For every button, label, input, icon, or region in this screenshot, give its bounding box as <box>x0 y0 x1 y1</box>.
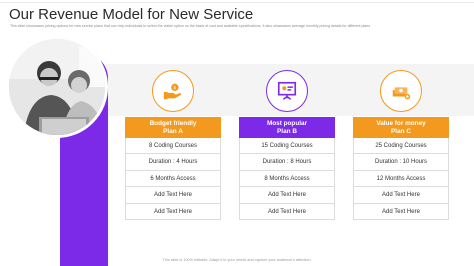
plan-a-name: Plan A <box>163 127 183 135</box>
team-photo <box>6 36 108 138</box>
plan-a-feature: 6 Months Access <box>126 171 220 188</box>
plan-b-name: Plan B <box>277 127 297 135</box>
presentation-icon <box>277 81 297 100</box>
hand-money-icon: $ <box>163 83 182 100</box>
plan-c-feature: 25 Coding Courses <box>354 138 448 155</box>
footer-note: This slide is 100% editable. Adapt it to… <box>162 258 312 262</box>
plan-c-feature: Add Text Here <box>354 204 448 220</box>
plan-a-tagline: Budget friendly <box>149 119 197 127</box>
plan-b-icon-circle <box>266 70 308 112</box>
plan-c-feature: Duration : 10 Hours <box>354 154 448 171</box>
plan-a-feature: Add Text Here <box>126 187 220 204</box>
plan-a-feature: 8 Coding Courses <box>126 138 220 155</box>
money-stack-icon <box>392 87 411 100</box>
plan-a-features: 8 Coding Courses Duration : 4 Hours 6 Mo… <box>125 138 221 220</box>
plan-b-features: 15 Coding Courses Duration : 8 Hours 8 M… <box>239 138 335 220</box>
top-divider <box>0 2 474 3</box>
plan-b-tagline: Most popular <box>266 119 308 127</box>
plan-b-feature: Add Text Here <box>240 204 334 220</box>
page-subtitle: This slide showcases pricing options for… <box>10 24 371 28</box>
plan-card-b: Most popular Plan B 15 Coding Courses Du… <box>239 70 335 220</box>
plan-c-features: 25 Coding Courses Duration : 10 Hours 12… <box>353 138 449 220</box>
plan-a-feature: Duration : 4 Hours <box>126 154 220 171</box>
plan-a-header: Budget friendly Plan A <box>125 117 221 138</box>
plan-b-feature: Add Text Here <box>240 187 334 204</box>
plan-card-c: Value for money Plan C 25 Coding Courses… <box>353 70 449 220</box>
plan-b-feature: 15 Coding Courses <box>240 138 334 155</box>
plan-b-feature: Duration : 8 Hours <box>240 154 334 171</box>
plan-c-header: Value for money Plan C <box>353 117 449 138</box>
plan-c-feature: 12 Months Access <box>354 171 448 188</box>
plan-b-feature: 8 Months Access <box>240 171 334 188</box>
plan-c-icon-circle <box>380 70 422 112</box>
slide: Our Revenue Model for New Service This s… <box>0 0 474 266</box>
plan-c-feature: Add Text Here <box>354 187 448 204</box>
plan-a-feature: Add Text Here <box>126 204 220 220</box>
plan-b-header: Most popular Plan B <box>239 117 335 138</box>
plan-c-name: Plan C <box>391 127 411 135</box>
page-title: Our Revenue Model for New Service <box>9 6 254 23</box>
plan-c-tagline: Value for money <box>376 119 426 127</box>
plan-a-icon-circle: $ <box>152 70 194 112</box>
plan-card-a: $ Budget friendly Plan A 8 Coding Course… <box>125 70 221 220</box>
svg-text:$: $ <box>173 85 176 91</box>
